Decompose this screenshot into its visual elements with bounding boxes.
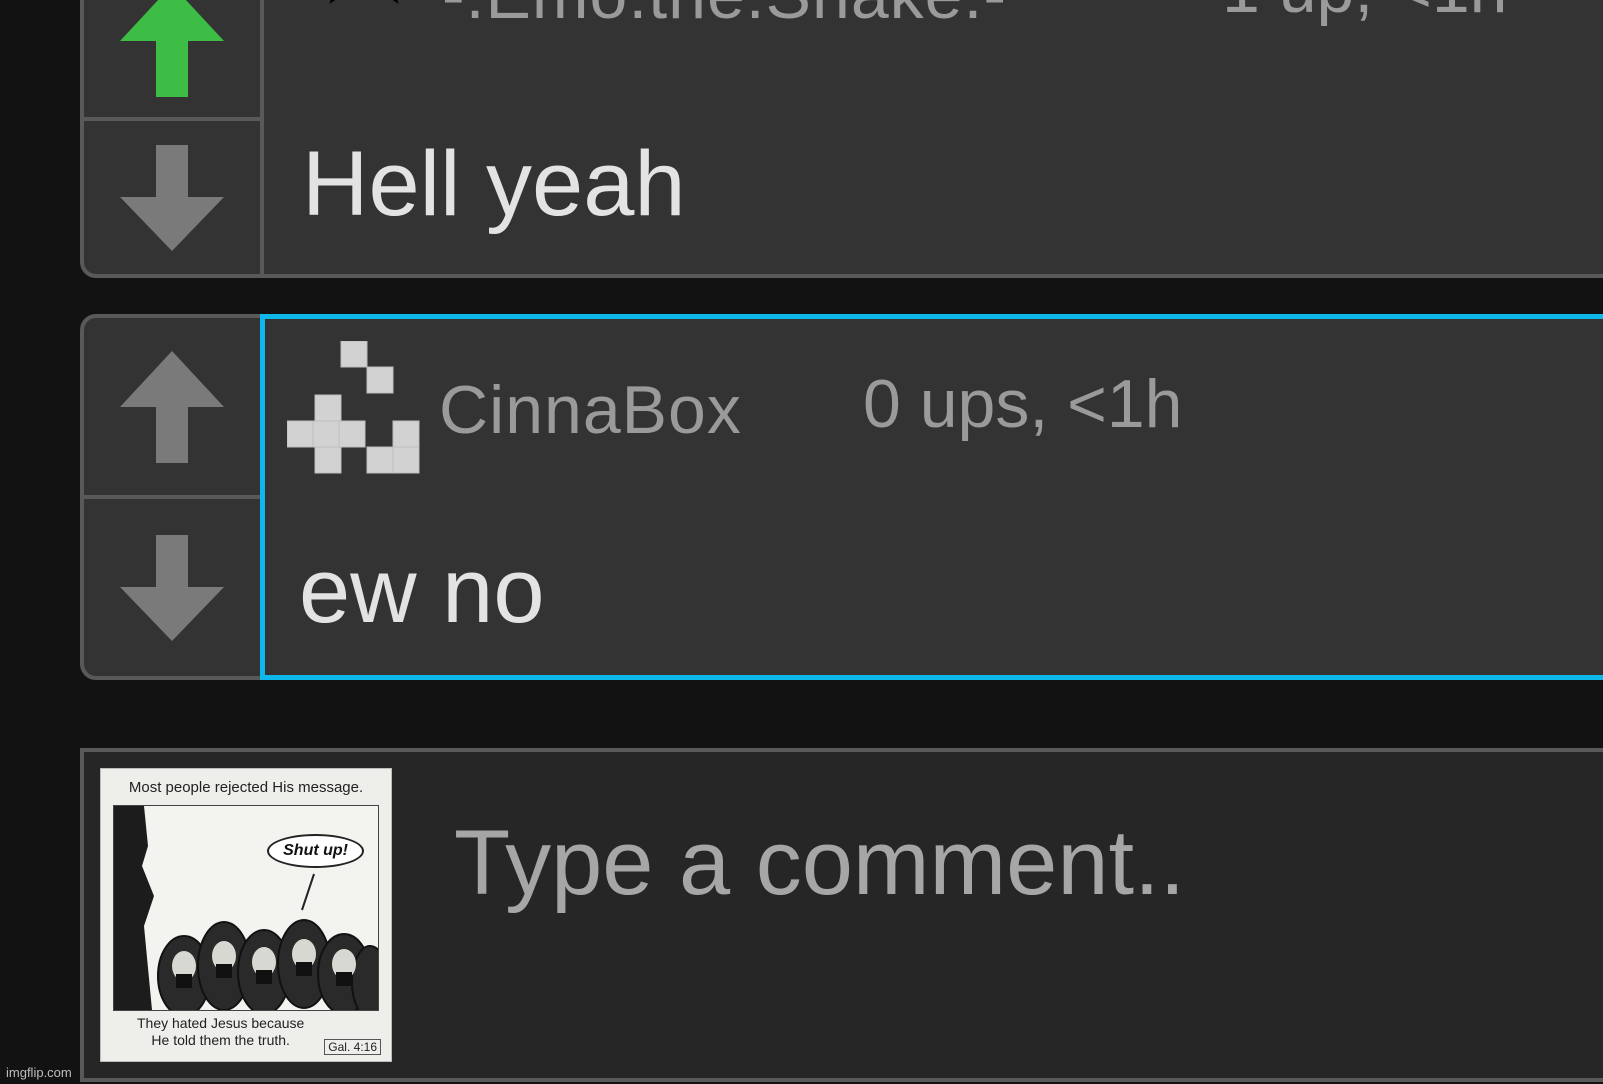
user-meme-thumbnail[interactable]: Most people rejected His message. Shut u… (100, 768, 392, 1062)
comment-card-selected: CinnaBox 0 ups, <1h ew no (80, 314, 1603, 680)
thumbnail-caption-line: He told them the truth. (151, 1032, 290, 1048)
comment-score: 1 up, <1h (1222, 0, 1507, 28)
comment-text: ew no (299, 540, 545, 642)
comment-input[interactable] (454, 808, 1603, 918)
arrow-up-icon (120, 0, 224, 97)
arrow-down-icon (120, 534, 224, 641)
comment-composer: Most people rejected His message. Shut u… (80, 748, 1603, 1082)
comment-text: Hell yeah (302, 133, 686, 235)
thumbnail-verse-reference: Gal. 4:16 (324, 1039, 381, 1055)
pixel-blocks-icon[interactable] (287, 341, 421, 475)
comment-username[interactable]: CinnaBox (439, 371, 742, 449)
vote-column (84, 318, 264, 676)
downvote-button[interactable] (84, 495, 260, 676)
thumbnail-caption-top: Most people rejected His message. (128, 779, 364, 796)
comment-thread: -.Emo.the.Snake.- 1 up, <1h Hell yeah (0, 0, 1603, 1084)
comment-score: 0 ups, <1h (863, 366, 1183, 442)
arrow-up-icon (120, 350, 224, 463)
comment-body: CinnaBox 0 ups, <1h ew no (260, 314, 1603, 680)
comment-card: -.Emo.the.Snake.- 1 up, <1h Hell yeah (80, 0, 1603, 278)
downvote-button[interactable] (84, 117, 260, 274)
thumbnail-caption-line: They hated Jesus because (137, 1015, 305, 1031)
comment-body: -.Emo.the.Snake.- 1 up, <1h Hell yeah (264, 0, 1603, 274)
upvote-button[interactable] (84, 318, 260, 495)
star-icon[interactable] (314, 0, 414, 34)
thumbnail-comic-panel: Shut up! (113, 805, 379, 1011)
upvote-button[interactable] (84, 0, 260, 117)
thumbnail-speech-bubble: Shut up! (267, 834, 364, 868)
arrow-down-icon (120, 144, 224, 251)
vote-column (84, 0, 264, 274)
imgflip-watermark: imgflip.com (6, 1065, 72, 1080)
comment-username[interactable]: -.Emo.the.Snake.- (442, 0, 1007, 34)
thumbnail-caption-bottom: They hated Jesus because He told them th… (137, 1015, 304, 1049)
